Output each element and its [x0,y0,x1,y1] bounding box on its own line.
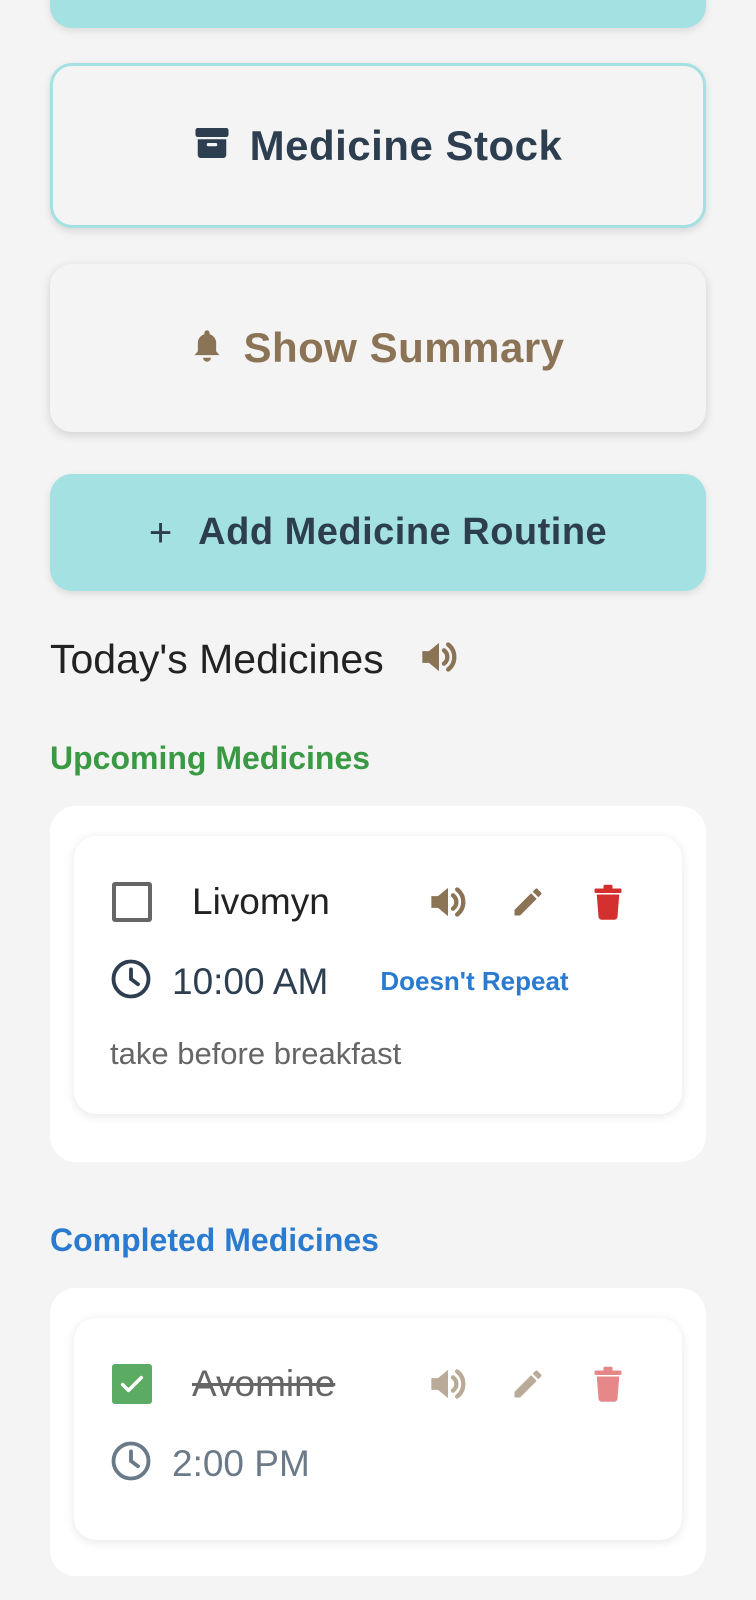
plus-icon: + [148,510,173,555]
checkmark-icon [120,1375,144,1393]
medicine-name: Avomine [192,1363,336,1404]
add-medicine-routine-button[interactable]: + Add Medicine Routine [50,474,706,591]
show-summary-button[interactable]: Show Summary [50,264,706,432]
repeat-status: Doesn't Repeat [380,966,569,996]
medicine-item-card: Avomine 2:00 PM [74,1318,682,1540]
medicine-checkbox-checked[interactable] [112,1364,152,1404]
bell-icon [191,329,223,368]
top-action-button[interactable] [50,0,706,28]
add-medicine-routine-label: Add Medicine Routine [198,511,608,553]
medicine-stock-button[interactable]: Medicine Stock [50,63,706,228]
completed-medicines-heading: Completed Medicines [50,1222,379,1258]
clock-icon [110,1440,152,1487]
pencil-icon[interactable] [506,1362,550,1406]
completed-medicines-card: Avomine 2:00 PM [50,1288,706,1576]
speaker-icon[interactable] [426,1362,470,1406]
medicine-time: 10:00 AM [172,960,329,1002]
medicine-note: take before breakfast [110,1036,402,1071]
speaker-icon[interactable] [418,637,460,682]
archive-box-icon [194,125,230,166]
trash-icon[interactable] [586,1362,630,1406]
pencil-icon[interactable] [506,880,550,924]
medicine-stock-label: Medicine Stock [249,121,563,169]
show-summary-label: Show Summary [243,324,565,371]
clock-icon [110,958,152,1005]
todays-medicines-title: Today's Medicines [50,636,384,682]
page: Medicine Stock Show Summary + Add Medici… [0,0,756,1600]
speaker-icon[interactable] [426,880,470,924]
todays-medicines-header: Today's Medicines [50,636,460,683]
medicine-item-card: Livomyn 10:00 AM Doesn't Repeat take bef… [74,836,682,1114]
medicine-checkbox[interactable] [112,882,152,922]
upcoming-medicines-heading: Upcoming Medicines [50,740,371,776]
medicine-time: 2:00 PM [172,1442,310,1484]
trash-icon[interactable] [586,880,630,924]
medicine-name: Livomyn [192,881,330,922]
upcoming-medicines-card: Livomyn 10:00 AM Doesn't Repeat take bef… [50,806,706,1162]
